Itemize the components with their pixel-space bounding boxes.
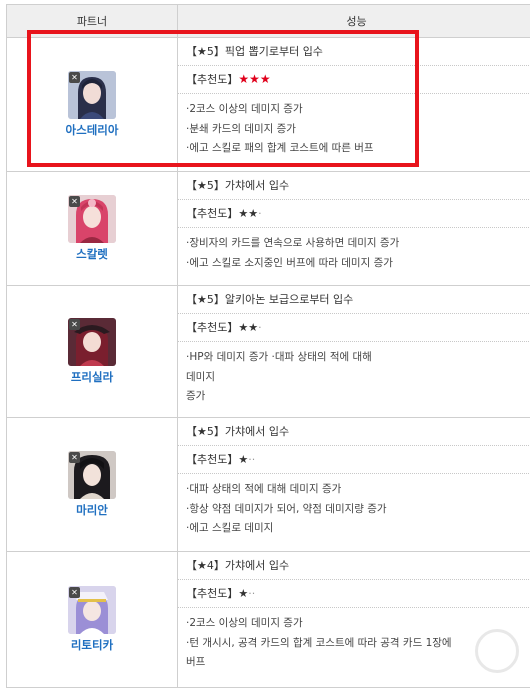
recommend-empty: · [258,321,262,334]
close-x-icon: ✕ [69,587,80,598]
partner-cell: ✕ 마리안 [6,417,178,552]
effects-list: ·대파 상태의 적에 대해 데미지 증가 ·항상 약점 데미지가 되어, 약점 … [178,474,530,543]
table-row: ✕ 프리실라 【★5】알키아논 보급으로부터 입수 【추천도】★★· ·HP와 … [6,285,530,418]
recommend-stars: ★★ [238,207,259,220]
effects-list: ·HP와 데미지 증가 ·대파 상태의 적에 대해 데미지 증가 [178,342,530,411]
performance-cell: 【★5】가챠에서 입수 【추천도】★★· ·장비자의 카드를 연속으로 사용하면… [177,171,530,286]
source-line: 【★5】가챠에서 입수 [178,172,530,200]
close-x-icon: ✕ [69,196,80,207]
effect-item: ·장비자의 카드를 연속으로 사용하면 데미지 증가 [186,237,400,249]
close-x-icon: ✕ [69,72,80,83]
recommend-stars: ★★ [238,321,259,334]
source-line: 【★5】알키아논 보급으로부터 입수 [178,286,530,314]
partner-portrait[interactable]: ✕ [68,71,116,119]
effect-item: ·2코스 이상의 데미지 증가 [186,617,303,629]
effect-item: 증가 [186,390,206,402]
effect-item: 데미지 [186,370,215,383]
recommend-label: 【추천도】 [186,453,239,466]
effect-item: ·HP와 데미지 증가 ·대파 상태의 적에 대해 [186,351,372,363]
source-line: 【★4】가챠에서 입수 [178,552,530,580]
recommend-empty: · [258,207,262,220]
table-row: ✕ 스칼렛 【★5】가챠에서 입수 【추천도】★★· ·장비자의 카드를 연속으… [6,171,530,286]
header-partner: 파트너 [6,4,178,38]
performance-cell: 【★5】픽업 뽑기로부터 입수 【추천도】★★★ ·2코스 이상의 데미지 증가… [177,37,530,172]
performance-cell: 【★5】알키아논 보급으로부터 입수 【추천도】★★· ·HP와 데미지 증가 … [177,285,530,418]
recommend-label: 【추천도】 [186,207,239,220]
recommend-label: 【추천도】 [186,73,239,86]
table-row: ✕ 마리안 【★5】가챠에서 입수 【추천도】★·· ·대파 상태의 적에 대해… [6,417,530,552]
recommend-line: 【추천도】★★★ [178,66,530,94]
recommend-line: 【추천도】★·· [178,580,530,608]
watermark-logo [437,629,519,675]
recommend-line: 【추천도】★★· [178,314,530,342]
partner-cell: ✕ 프리실라 [6,285,178,418]
effect-item: ·2코스 이상의 데미지 증가 [186,103,303,115]
partner-name[interactable]: 프리실라 [8,369,176,385]
effect-item: ·에고 스킬로 패의 합계 코스트에 따른 버프 [186,142,374,154]
partner-name[interactable]: 리토티카 [8,637,176,653]
recommend-label: 【추천도】 [186,587,239,600]
partner-name[interactable]: 마리안 [8,502,176,518]
table-header-row: 파트너 성능 [6,4,530,38]
effect-item: ·항상 약점 데미지가 되어, 약점 데미지량 증가 [186,502,387,515]
recommend-stars: ★★★ [238,72,271,86]
recommend-stars: ★ [238,453,249,466]
performance-cell: 【★5】가챠에서 입수 【추천도】★·· ·대파 상태의 적에 대해 데미지 증… [177,417,530,552]
recommend-line: 【추천도】★·· [178,446,530,474]
partner-name[interactable]: 스칼렛 [8,246,176,262]
effect-item: ·대파 상태의 적에 대해 데미지 증가 [186,483,342,495]
partner-portrait[interactable]: ✕ [68,586,116,634]
recommend-empty: ·· [248,587,256,600]
watermark-circle [475,629,519,673]
partner-cell: ✕ 리토티카 [6,551,178,688]
partner-cell: ✕ 스칼렛 [6,171,178,286]
effects-list: ·장비자의 카드를 연속으로 사용하면 데미지 증가 ·에고 스킬로 소지중인 … [178,228,530,277]
partner-portrait[interactable]: ✕ [68,318,116,366]
effect-item: ·에고 스킬로 데미지 [186,522,274,534]
effect-item: ·에고 스킬로 소지중인 버프에 따라 데미지 증가 [186,256,393,269]
close-x-icon: ✕ [69,452,80,463]
effect-item: ·분쇄 카드의 데미지 증가 [186,122,296,135]
recommend-label: 【추천도】 [186,321,239,334]
recommend-stars: ★ [238,587,249,600]
recommend-empty: ·· [248,453,256,466]
source-line: 【★5】픽업 뽑기로부터 입수 [178,38,530,66]
partner-cell: ✕ 아스테리아 [6,37,178,172]
close-x-icon: ✕ [69,319,80,330]
source-line: 【★5】가챠에서 입수 [178,418,530,446]
effects-list: ·2코스 이상의 데미지 증가 ·분쇄 카드의 데미지 증가 ·에고 스킬로 패… [178,94,530,163]
table-row: ✕ 아스테리아 【★5】픽업 뽑기로부터 입수 【추천도】★★★ ·2코스 이상… [6,37,530,172]
header-performance: 성능 [177,4,530,38]
partner-name[interactable]: 아스테리아 [8,122,176,138]
recommend-line: 【추천도】★★· [178,200,530,228]
partner-portrait[interactable]: ✕ [68,451,116,499]
partner-portrait[interactable]: ✕ [68,195,116,243]
partner-table: 파트너 성능 ✕ 아스테리아 【★5】픽업 뽑기로부터 입수 【추천도】★★★ … [6,4,530,688]
